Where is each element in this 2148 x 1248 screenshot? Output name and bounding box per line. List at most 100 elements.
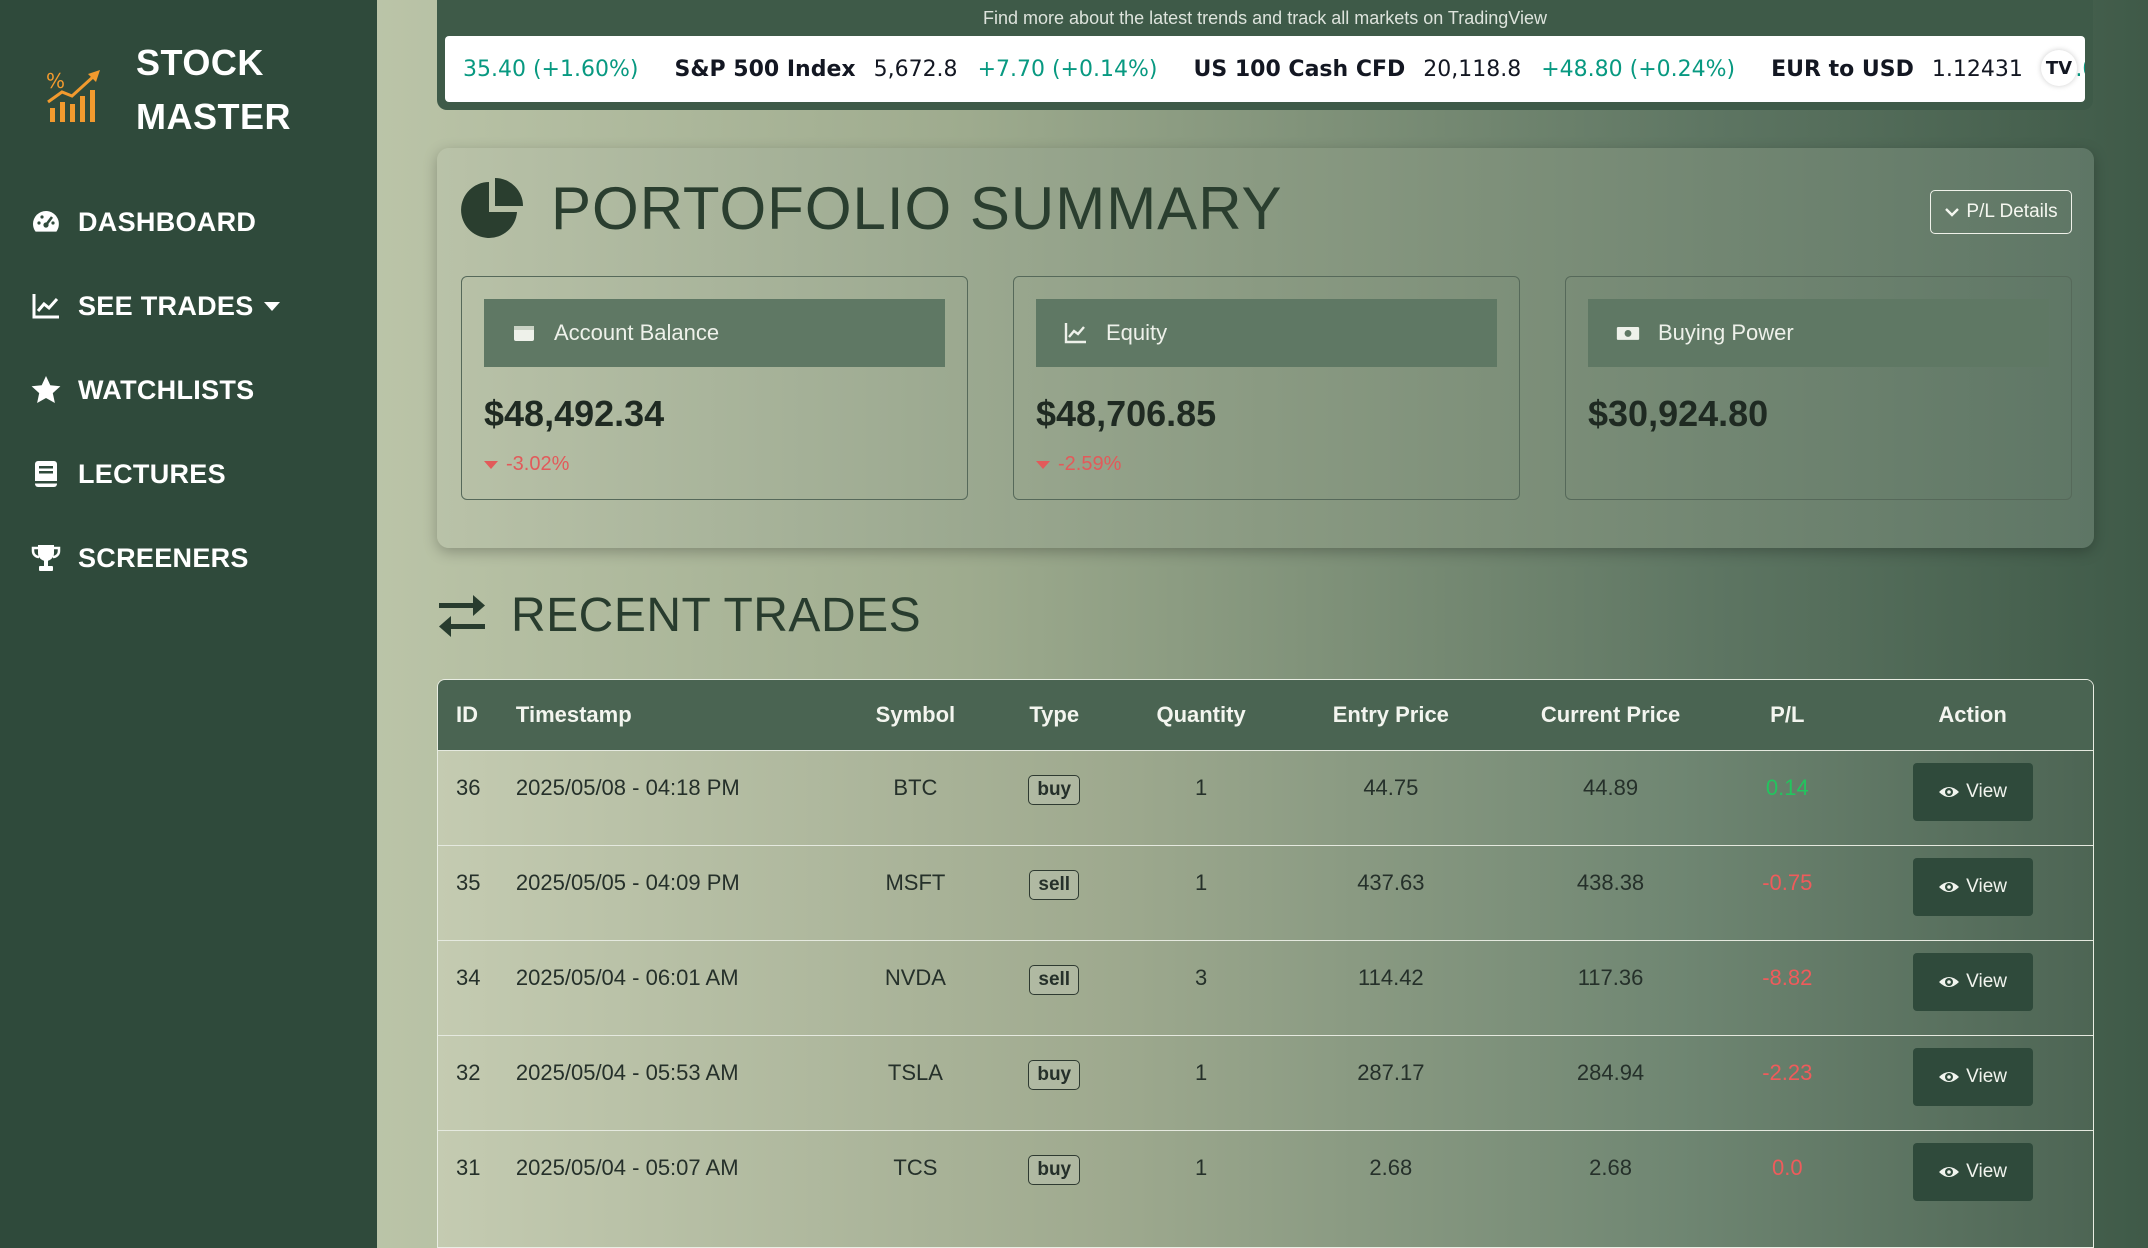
stat-value: $48,706.85 xyxy=(1036,393,1217,434)
trade-symbol: TCS xyxy=(893,1154,938,1180)
column-header[interactable]: P/L xyxy=(1722,680,1852,750)
sidebar-item-see-trades[interactable]: SEE TRADES xyxy=(30,264,360,348)
section-title: RECENT TRADES xyxy=(511,589,922,642)
trade-symbol: NVDA xyxy=(884,964,946,990)
trade-timestamp: 2025/05/04 - 05:07 AM xyxy=(515,1154,739,1180)
view-trade-button[interactable]: View xyxy=(1912,762,2033,821)
stat-change-value: -2.59% xyxy=(1058,453,1122,475)
ticker-item[interactable]: US 100 Cash CFD 20,118.8 +48.80 (+0.24%) xyxy=(1175,57,1753,82)
ticker-item[interactable]: EUR to USD 1.12431 +0.00 (+0.15% xyxy=(1753,57,2085,82)
trade-current-price: 284.94 xyxy=(1576,1059,1645,1085)
view-label: View xyxy=(1966,1160,2008,1182)
ticker-widget: Find more about the latest trends and tr… xyxy=(437,0,2093,110)
caret-down-icon xyxy=(484,460,498,469)
sidebar-item-screeners[interactable]: SCREENERS xyxy=(30,516,360,600)
chart-area-icon xyxy=(1064,323,1086,344)
brand[interactable]: % STOCK MASTER xyxy=(44,36,291,144)
trade-action-cell: View xyxy=(1852,750,2093,845)
sidebar-item-label: DASHBOARD xyxy=(78,206,257,237)
trade-entry-price: 114.42 xyxy=(1358,964,1424,990)
brand-line2: MASTER xyxy=(136,96,291,137)
sidebar: % STOCK MASTER DASHBOARD SEE TRADES WATC… xyxy=(0,0,377,1248)
column-header[interactable]: Type xyxy=(989,680,1119,750)
book-icon xyxy=(35,461,57,487)
stat-value: $48,492.34 xyxy=(484,393,665,434)
pie-chart-icon xyxy=(461,177,523,238)
ticker-price: 5,672.8 xyxy=(873,56,958,82)
view-label: View xyxy=(1966,970,2008,992)
trade-action-cell: View xyxy=(1852,845,2093,940)
column-header[interactable]: Timestamp xyxy=(516,680,842,750)
column-header[interactable]: Entry Price xyxy=(1283,680,1499,750)
recent-trades-title: RECENT TRADES xyxy=(437,588,921,643)
trade-entry-price: 2.68 xyxy=(1369,1154,1413,1180)
portfolio-summary-card: PORTOFOLIO SUMMARY P/L Details Account B… xyxy=(437,148,2094,548)
stat-label: Equity xyxy=(1106,320,1168,345)
view-trade-button[interactable]: View xyxy=(1912,1047,2033,1106)
trade-timestamp: 2025/05/05 - 04:09 PM xyxy=(515,869,740,895)
trade-pl: -2.23 xyxy=(1762,1059,1813,1085)
stat-change: -2.59% xyxy=(1036,453,1121,476)
trade-type-cell: sell xyxy=(989,940,1119,1035)
sidebar-item-lectures[interactable]: LECTURES xyxy=(30,432,360,516)
pl-details-label: P/L Details xyxy=(1966,201,2058,222)
trade-pl: -8.82 xyxy=(1762,964,1813,990)
trade-id: 36 xyxy=(456,774,481,800)
eye-icon xyxy=(1939,786,1960,797)
ticker-change: +48.80 (+0.24%) xyxy=(1541,56,1736,82)
account-balance-card: Account Balance $48,492.34 -3.02% xyxy=(461,276,968,500)
stat-label: Account Balance xyxy=(554,320,720,345)
stat-header: Account Balance xyxy=(484,299,945,367)
ticker-change: +7.70 (+0.14%) xyxy=(977,56,1158,82)
table-row: 31 2025/05/04 - 05:07 AM TCS buy 1 2.68 … xyxy=(438,1130,2093,1225)
trade-type-badge: buy xyxy=(1028,774,1081,805)
column-header[interactable]: Current Price xyxy=(1499,680,1723,750)
view-trade-button[interactable]: View xyxy=(1912,857,2033,916)
ticker-name: EUR to USD xyxy=(1771,56,1914,82)
table-row: 32 2025/05/04 - 05:53 AM TSLA buy 1 287.… xyxy=(438,1035,2093,1130)
stat-header: Equity xyxy=(1036,299,1497,367)
trade-quantity: 1 xyxy=(1194,1059,1208,1085)
trade-current-price: 117.36 xyxy=(1577,964,1644,990)
sidebar-item-label: LECTURES xyxy=(78,458,226,489)
trade-pl: 0.0 xyxy=(1771,1154,1803,1180)
tradingview-logo-icon[interactable]: TV xyxy=(2041,50,2077,86)
buying-power-card: Buying Power $30,924.80 xyxy=(1565,276,2072,500)
chevron-down-icon xyxy=(1945,208,1960,217)
star-icon xyxy=(31,376,61,403)
ticker-item[interactable]: S&P 500 Index 5,672.8 +7.70 (+0.14%) xyxy=(656,57,1175,82)
view-trade-button[interactable]: View xyxy=(1912,952,2033,1011)
view-label: View xyxy=(1966,780,2008,802)
equity-card: Equity $48,706.85 -2.59% xyxy=(1013,276,1520,500)
ticker-caption[interactable]: Find more about the latest trends and tr… xyxy=(437,8,2093,29)
ticker-item[interactable]: 35.40 (+1.60%) xyxy=(445,57,656,82)
ticker-name: S&P 500 Index xyxy=(674,56,856,82)
sidebar-item-watchlists[interactable]: WATCHLISTS xyxy=(30,348,360,432)
stat-value: $30,924.80 xyxy=(1588,393,1769,434)
pl-details-button[interactable]: P/L Details xyxy=(1930,190,2072,234)
trade-type-cell: buy xyxy=(989,750,1119,845)
trade-action-cell: View xyxy=(1852,940,2093,1035)
stat-change: -3.02% xyxy=(484,453,569,476)
caret-down-icon xyxy=(263,301,280,311)
column-header[interactable]: Symbol xyxy=(841,680,989,750)
column-header[interactable]: ID xyxy=(438,680,516,750)
line-chart-icon xyxy=(32,294,59,319)
trade-quantity: 1 xyxy=(1194,869,1208,895)
ticker-tape[interactable]: 35.40 (+1.60%) S&P 500 Index 5,672.8 +7.… xyxy=(445,36,2085,102)
trade-action-cell: View xyxy=(1852,1130,2093,1225)
column-header[interactable]: Action xyxy=(1852,680,2093,750)
table-row: 35 2025/05/05 - 04:09 PM MSFT sell 1 437… xyxy=(438,845,2093,940)
trade-quantity: 1 xyxy=(1194,774,1208,800)
column-header[interactable]: Quantity xyxy=(1119,680,1283,750)
sidebar-item-dashboard[interactable]: DASHBOARD xyxy=(30,180,360,264)
eye-icon xyxy=(1939,881,1960,892)
trade-pl: 0.14 xyxy=(1765,774,1809,800)
trade-timestamp: 2025/05/04 - 05:53 AM xyxy=(515,1059,739,1085)
eye-icon xyxy=(1939,1166,1960,1177)
eye-icon xyxy=(1939,976,1960,987)
ticker-price: 20,118.8 xyxy=(1423,56,1522,82)
trade-type-cell: buy xyxy=(989,1130,1119,1225)
view-trade-button[interactable]: View xyxy=(1912,1142,2033,1201)
trade-timestamp: 2025/05/08 - 04:18 PM xyxy=(515,774,740,800)
